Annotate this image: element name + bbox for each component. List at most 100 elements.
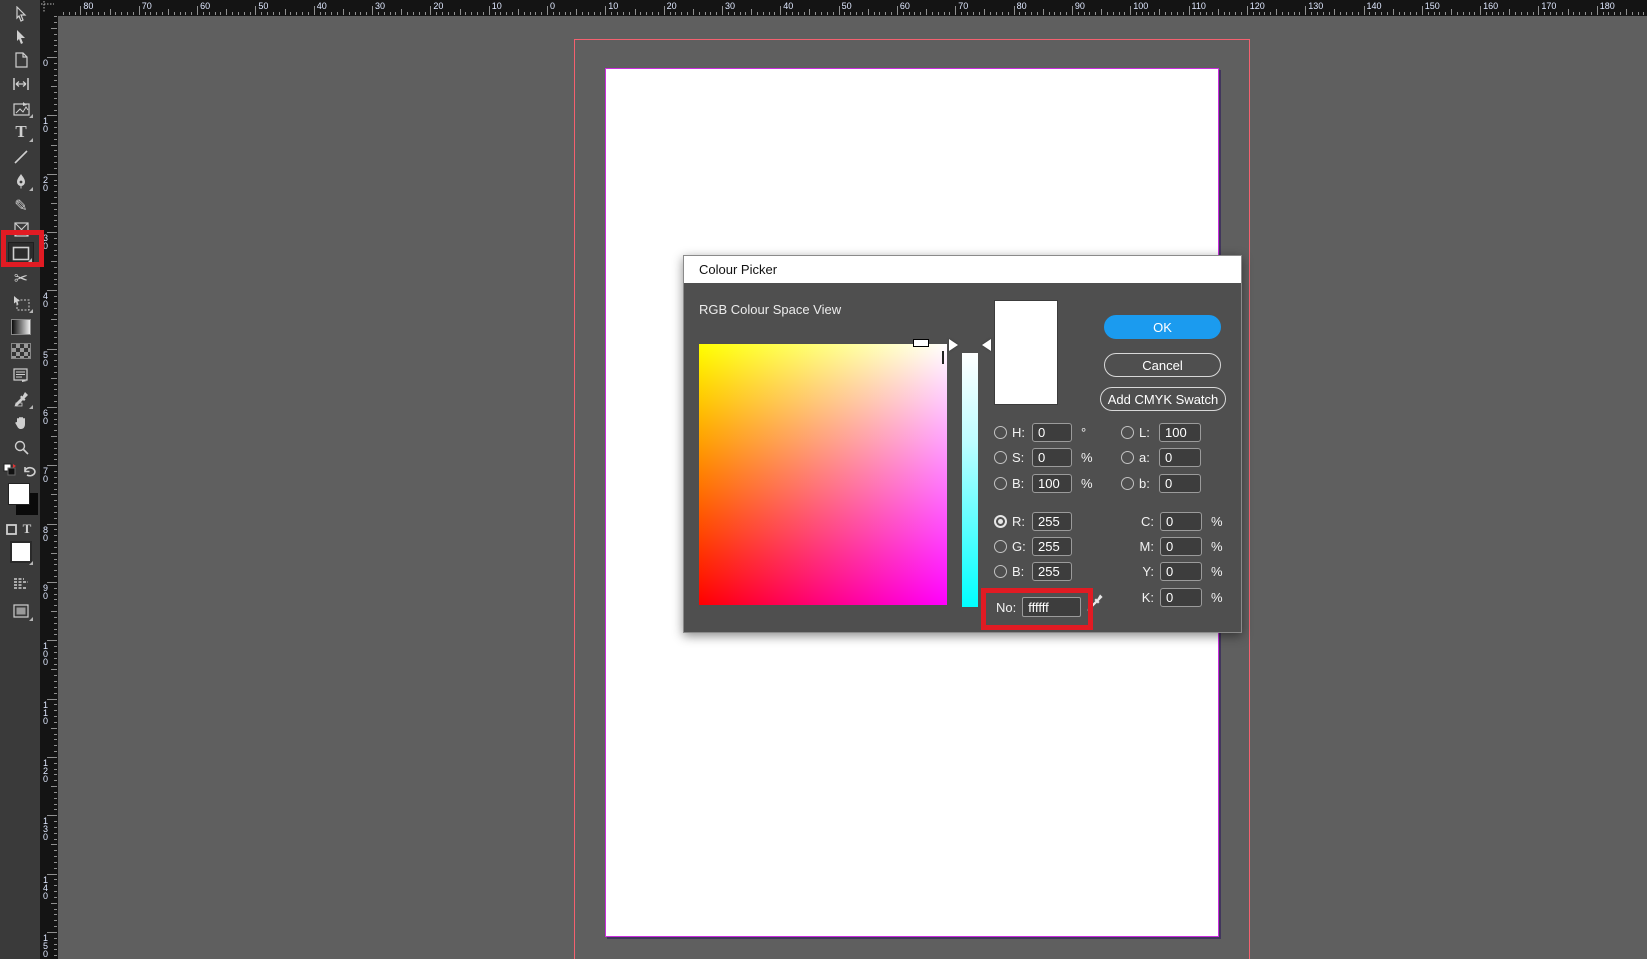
hsb-rgb-s-radio[interactable] [994, 451, 1007, 464]
hruler-tick [646, 12, 647, 15]
add-cmyk-swatch-button[interactable]: Add CMYK Swatch [1100, 387, 1226, 411]
lab-b-radio[interactable] [1121, 477, 1134, 490]
slider-marker-left[interactable] [949, 339, 958, 351]
tool-rotate-item[interactable] [8, 292, 34, 314]
hsb-rgb-s-input[interactable] [1032, 448, 1072, 467]
ok-button[interactable]: OK [1104, 315, 1221, 339]
hsb-rgb-b2-radio[interactable] [994, 565, 1007, 578]
tool-insert-text-frame[interactable]: T [8, 121, 34, 143]
vruler-tick [54, 938, 57, 939]
tool-cut-item[interactable]: ✂ [8, 268, 34, 290]
tool-frame-color-toggle[interactable] [4, 518, 18, 540]
tool-revert-arrow[interactable] [21, 459, 37, 481]
hsb-rgb-g-input[interactable] [1032, 537, 1072, 556]
vruler-tick [54, 763, 57, 764]
hruler-label: 130 [1308, 1, 1323, 11]
value-slider[interactable] [962, 353, 978, 607]
vruler-tick [51, 319, 57, 320]
hruler-tick [1416, 12, 1417, 15]
cancel-button[interactable]: Cancel [1104, 353, 1221, 377]
vruler-tick [51, 28, 57, 29]
ruler-origin-corner[interactable] [40, 0, 58, 16]
hruler-tick [535, 12, 536, 15]
tool-pattern-fill[interactable] [8, 340, 34, 362]
cmyk-k-input[interactable] [1160, 588, 1202, 607]
tool-stroke-color-swatch[interactable] [8, 538, 34, 566]
vertical-ruler[interactable]: 01 02 03 04 05 06 07 08 09 01 0 01 1 01 … [40, 16, 58, 959]
gradient-cursor[interactable] [913, 339, 929, 347]
vruler-tick [51, 611, 57, 612]
hruler-tick [786, 12, 787, 15]
tool-zoom-tool[interactable] [8, 436, 34, 458]
tool-eyedropper-tool[interactable] [8, 388, 34, 410]
hsb-rgb-b2-input[interactable] [1032, 562, 1072, 581]
horizontal-ruler[interactable]: 8070605040302010010203040506070809010011… [40, 0, 1647, 16]
tool-gradient-fill[interactable] [8, 316, 34, 338]
tool-fill-stroke-swatches[interactable] [8, 482, 34, 516]
vruler-tick [47, 57, 57, 58]
tool-preview-image[interactable] [8, 600, 34, 622]
vruler-tick [54, 885, 57, 886]
tool-insert-line[interactable] [8, 146, 34, 168]
tool-pan-hand[interactable] [8, 412, 34, 434]
hsb-rgb-h-radio[interactable] [994, 426, 1007, 439]
tool-measurements[interactable] [8, 73, 34, 95]
tool-insert-image-frame[interactable] [8, 97, 34, 119]
vruler-tick [54, 518, 57, 519]
lab-l-radio[interactable] [1121, 426, 1134, 439]
stroke-color-swatch-icon [10, 541, 32, 563]
vruler-tick [54, 325, 57, 326]
hruler-tick [180, 12, 181, 15]
lab-a-radio[interactable] [1121, 451, 1134, 464]
vruler-tick [54, 459, 57, 460]
hruler-tick [495, 12, 496, 15]
lab-l-input[interactable] [1159, 423, 1201, 442]
hruler-label: 10 [608, 1, 618, 11]
hruler-tick [763, 12, 764, 15]
tool-swap-colors[interactable] [2, 459, 18, 481]
vruler-tick [54, 594, 57, 595]
hruler-tick [1049, 12, 1050, 15]
hruler-tick [751, 9, 752, 15]
hruler-label: 90 [1075, 1, 1085, 11]
hsb-rgb-r-radio[interactable] [994, 515, 1007, 528]
hruler-tick [1130, 6, 1131, 15]
hruler-label: 70 [142, 1, 152, 11]
hruler-tick [168, 9, 169, 15]
tool-story-editor[interactable] [8, 364, 34, 386]
hruler-tick [541, 12, 542, 15]
tool-text-color-toggle[interactable]: T [20, 518, 34, 540]
vruler-tick [54, 448, 57, 449]
hsb-rgb-g-radio[interactable] [994, 540, 1007, 553]
hruler-tick [1212, 12, 1213, 15]
vruler-tick [51, 844, 57, 845]
vruler-tick [54, 529, 57, 530]
slider-marker-right[interactable] [982, 339, 991, 351]
tool-insert-frame[interactable] [8, 49, 34, 71]
lab-b-input[interactable] [1159, 474, 1201, 493]
cmyk-y-input[interactable] [1160, 562, 1202, 581]
hruler-tick [1270, 12, 1271, 15]
cmyk-c-input[interactable] [1160, 512, 1202, 531]
lab-a-input[interactable] [1159, 448, 1201, 467]
colour-gradient-square[interactable] [699, 344, 947, 605]
hsb-rgb-h-input[interactable] [1032, 423, 1072, 442]
vruler-tick [54, 69, 57, 70]
tool-select-item[interactable] [8, 26, 34, 48]
hruler-tick [454, 12, 455, 15]
hruler-tick [868, 9, 869, 15]
vruler-tick [54, 681, 57, 682]
hsb-rgb-b-input[interactable] [1032, 474, 1072, 493]
tool-freehand-pencil[interactable]: ✎ [8, 195, 34, 217]
hsb-rgb-r-input[interactable] [1032, 512, 1072, 531]
dialog-titlebar[interactable]: Colour Picker [684, 256, 1241, 283]
hsb-rgb-b-radio[interactable] [994, 477, 1007, 490]
hruler-tick [879, 12, 880, 15]
hruler-tick [1002, 12, 1003, 15]
tool-bezier-pen[interactable] [8, 170, 34, 192]
cmyk-m-input[interactable] [1160, 537, 1202, 556]
vruler-tick [54, 296, 57, 297]
vruler-tick [54, 489, 57, 490]
tool-select-item-outline[interactable] [8, 3, 34, 25]
tool-hatch-lines[interactable] [8, 572, 34, 594]
